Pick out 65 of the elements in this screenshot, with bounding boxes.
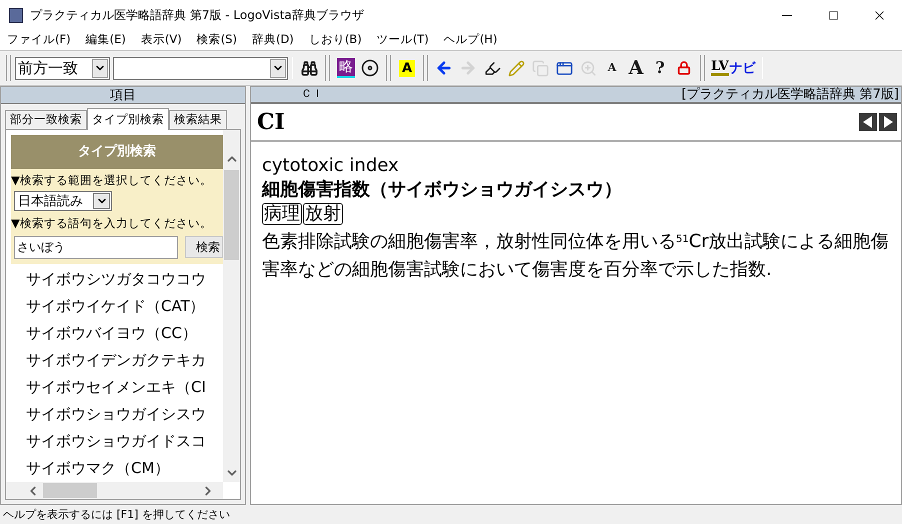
nav-logo-text: LV [711, 60, 729, 76]
menu-item[interactable]: ヘルプ(H) [438, 31, 502, 49]
marker-icon [484, 60, 500, 76]
result-list-item[interactable]: サイボウバイヨウ（CC） [26, 320, 223, 346]
pane-header: 項目 [1, 87, 245, 104]
previous-entry-button[interactable] [859, 113, 877, 131]
term-label: ▼検索する語句を入力してください。 [11, 215, 213, 232]
font-small-button[interactable]: A [600, 56, 624, 80]
lock-icon [677, 61, 691, 75]
search-input-dropdown[interactable] [113, 56, 288, 80]
result-list-item[interactable]: サイボウイケイド（CAT） [26, 292, 223, 320]
menu-item[interactable]: ツール(T) [372, 31, 434, 49]
term-input-field[interactable]: さいぼう [14, 236, 178, 258]
result-list-item[interactable]: サイボウショウガイドスコ [26, 428, 223, 454]
left-triangle-icon [863, 116, 873, 128]
window-title: プラクティカル医学略語辞典 第7版 - LogoVista辞典ブラウザ [30, 7, 364, 24]
search-button[interactable]: 検索 [185, 236, 223, 258]
menu-item[interactable]: 表示(V) [136, 31, 187, 49]
help-pointer-button[interactable]: ? [648, 56, 672, 80]
search-tab[interactable]: タイプ別検索 [87, 108, 169, 130]
copy-icon [532, 60, 548, 76]
result-list-item[interactable]: サイボウシツガタコウコウ [26, 266, 223, 292]
zoom-icon [580, 60, 596, 76]
search-tab[interactable]: 検索結果 [169, 110, 227, 129]
result-list-item[interactable]: サイボウショウガイシスウ [26, 400, 223, 428]
dictionary-name: [プラクティカル医学略語辞典 第7版] [681, 86, 899, 104]
minimize-icon [782, 14, 792, 16]
forward-arrow-icon [459, 59, 477, 77]
japanese-term: 細胞傷害指数（サイボウショウガイシスウ） [262, 178, 623, 202]
font-large-button[interactable]: A [624, 56, 648, 80]
nav-text: ナビ [730, 62, 756, 74]
window-icon [556, 60, 572, 76]
range-select[interactable]: 日本語読み [14, 191, 112, 212]
status-bar: ヘルプを表示するには [F1] を押してください [0, 505, 902, 524]
result-list-item[interactable]: サイボウマク（CM） [26, 454, 223, 482]
result-list-item[interactable]: サイボウイデンガクテキカ [26, 346, 223, 374]
result-list-item[interactable]: サイボウセイメンエキ（CI [26, 374, 223, 400]
app-book-icon [9, 8, 23, 22]
menu-item[interactable]: 検索(S) [192, 31, 242, 49]
headword: CI [257, 108, 285, 136]
header-term: ＣＩ [301, 86, 323, 102]
panel-title: タイプ別検索 [11, 135, 223, 169]
abbreviation-button[interactable]: 略 [334, 56, 358, 80]
scrollbar-thumb[interactable] [43, 483, 97, 498]
search-tab[interactable]: 部分一致検索 [5, 110, 87, 129]
match-mode-dropdown[interactable]: 前方一致 [15, 56, 110, 80]
disc-icon [361, 59, 379, 77]
definition-text: 色素排除試験の細胞傷害率，放射性同位体を用いる$^{51}$Cr放出試験による細胞傷害率などの細胞傷害試験において傷害度を百分率で示した指数. [262, 230, 890, 282]
menu-item[interactable]: ファイル(F) [2, 31, 76, 49]
next-entry-button[interactable] [879, 113, 897, 131]
vertical-scrollbar[interactable] [223, 130, 240, 482]
pencil-icon [508, 60, 524, 76]
english-term: cytotoxic index [262, 154, 400, 178]
range-label: ▼検索する範囲を選択してください。 [11, 172, 213, 189]
scrollbar-thumb[interactable] [224, 170, 239, 260]
right-triangle-icon [883, 116, 893, 128]
horizontal-scrollbar[interactable] [6, 482, 223, 499]
navi-button[interactable]: LVナビ [709, 56, 758, 80]
maximize-icon [828, 10, 838, 20]
menu-item[interactable]: 編集(E) [80, 31, 131, 49]
category-tag: 放射 [303, 203, 343, 225]
binoculars-icon [300, 60, 318, 76]
menu-item[interactable]: 辞典(D) [246, 31, 299, 49]
category-tag: 病理 [262, 203, 302, 225]
menu-item[interactable]: しおり(B) [304, 31, 367, 49]
